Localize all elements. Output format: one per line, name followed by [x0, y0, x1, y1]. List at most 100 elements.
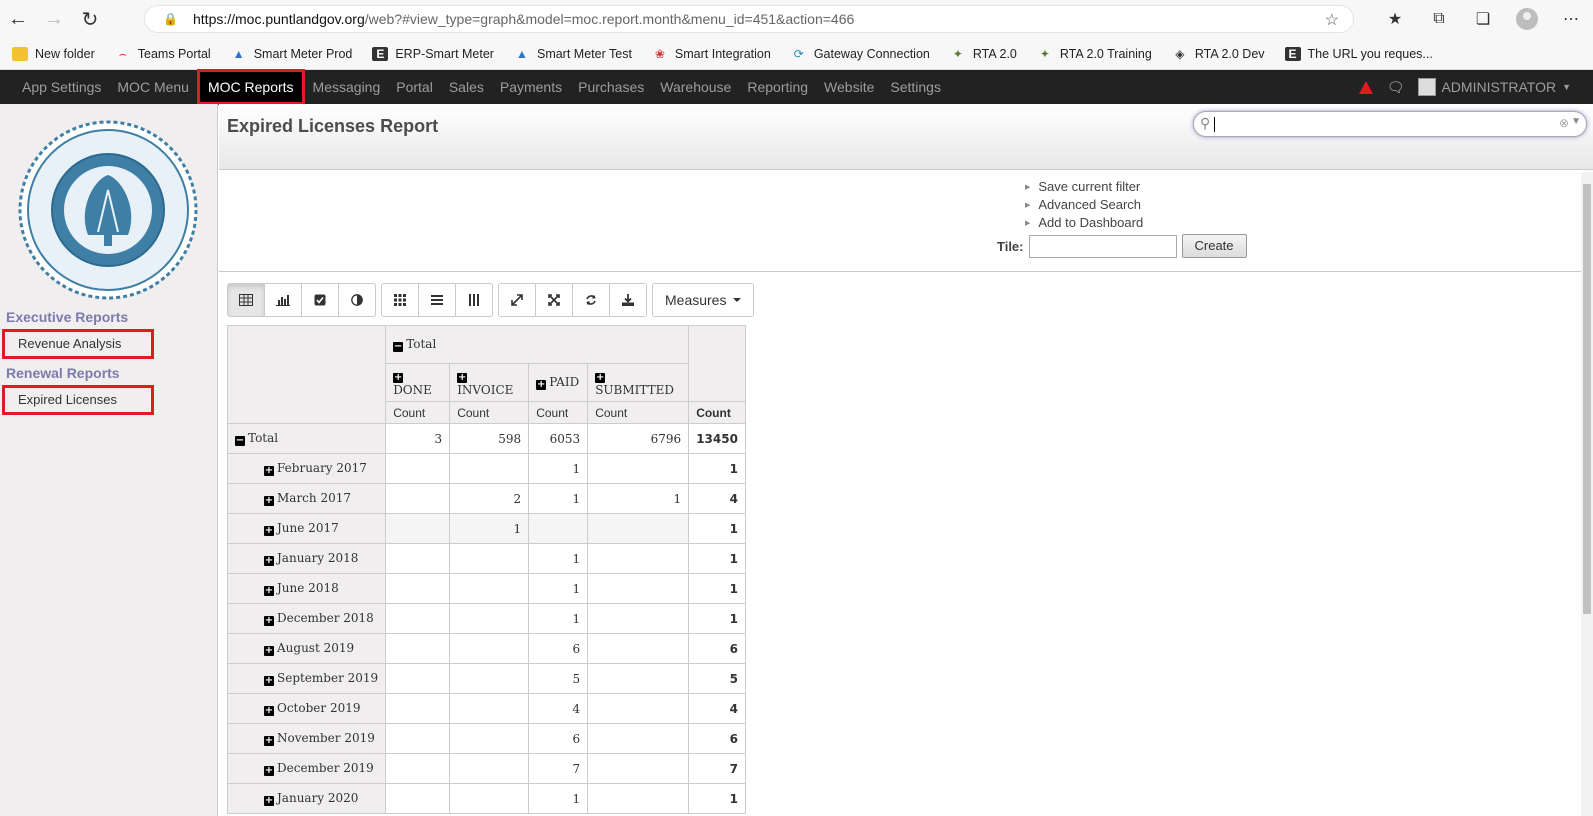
row-header[interactable]: + January 2018: [226, 543, 387, 574]
pivot-col-header[interactable]: + PAID: [528, 363, 589, 402]
bookmark-item[interactable]: ▲ Smart Meter Prod: [231, 47, 353, 61]
expand-header-icon[interactable]: +: [536, 380, 547, 390]
address-bar[interactable]: 🔒 https://moc.puntlandgov.org/web?#view_…: [144, 5, 1354, 33]
bookmark-item[interactable]: ◈ RTA 2.0 Dev: [1172, 46, 1264, 61]
profile-avatar[interactable]: [1516, 8, 1538, 30]
download-icon[interactable]: [609, 283, 647, 317]
pivot-cell: [449, 753, 530, 784]
topnav-item-app-settings[interactable]: App Settings: [14, 70, 109, 104]
row-header[interactable]: + November 2019: [226, 723, 387, 754]
add-favorite-icon[interactable]: ☆: [1325, 10, 1339, 30]
topnav-item-portal[interactable]: Portal: [388, 70, 441, 104]
topnav-item-sales[interactable]: Sales: [441, 70, 492, 104]
bookmark-item[interactable]: ▲ Smart Meter Test: [514, 47, 632, 61]
expand-header-icon[interactable]: +: [457, 373, 468, 383]
expand-icon[interactable]: [498, 283, 536, 317]
pivot-col-header[interactable]: +INVOICE: [449, 363, 530, 402]
collapse-icon[interactable]: −: [235, 436, 245, 446]
search-dropdown-icon[interactable]: ▼: [1571, 116, 1581, 127]
topnav-item-purchases[interactable]: Purchases: [570, 70, 652, 104]
measures-dropdown[interactable]: Measures: [652, 283, 755, 317]
row-header[interactable]: + December 2019: [226, 753, 387, 784]
bookmark-item[interactable]: ❀ Smart Integration: [652, 47, 771, 61]
expand-header-icon[interactable]: +: [264, 616, 274, 626]
bookmark-item[interactable]: ⌢ Teams Portal: [115, 47, 211, 61]
row-header[interactable]: + January 2020: [226, 783, 387, 814]
rows-icon[interactable]: [418, 283, 456, 317]
clear-search-icon[interactable]: ⊗: [1559, 116, 1569, 130]
topnav-item-moc-reports[interactable]: MOC Reports: [196, 69, 305, 105]
expand-header-icon[interactable]: +: [595, 373, 606, 383]
expand-header-icon[interactable]: +: [264, 706, 274, 716]
columns-icon[interactable]: [455, 283, 493, 317]
bookmark-item[interactable]: E ERP-Smart Meter: [372, 46, 494, 61]
forward-icon[interactable]: →: [36, 1, 72, 37]
fullscreen-icon[interactable]: [535, 283, 573, 317]
topnav-item-website[interactable]: Website: [816, 70, 882, 104]
reload-icon[interactable]: [572, 283, 610, 317]
expand-header-icon[interactable]: +: [264, 526, 274, 536]
collapse-icon[interactable]: −: [393, 342, 404, 352]
more-icon[interactable]: ⋯: [1549, 9, 1593, 29]
expand-header-icon[interactable]: +: [264, 736, 274, 746]
expand-header-icon[interactable]: +: [264, 676, 274, 686]
pivot-col-header[interactable]: +DONE: [385, 363, 451, 402]
expand-header-icon[interactable]: +: [264, 766, 274, 776]
expand-header-icon[interactable]: +: [264, 496, 274, 506]
expand-header-icon[interactable]: +: [264, 556, 274, 566]
row-header[interactable]: + October 2019: [226, 693, 387, 724]
expand-header-icon[interactable]: +: [393, 373, 404, 383]
row-header[interactable]: + June 2018: [226, 573, 387, 604]
sidebar-item-revenue-analysis[interactable]: Revenue Analysis: [2, 329, 154, 359]
tile-input[interactable]: [1028, 234, 1177, 258]
user-menu[interactable]: ADMINISTRATOR: [1441, 79, 1556, 95]
filter-link-label: Save current filter: [1038, 179, 1141, 194]
row-header[interactable]: + December 2018: [226, 603, 387, 634]
pivot-col-header-total[interactable]: − Total: [385, 325, 690, 364]
topnav-item-messaging[interactable]: Messaging: [305, 70, 389, 104]
bookmark-item[interactable]: E The URL you reques...: [1284, 46, 1433, 61]
expand-header-icon[interactable]: +: [264, 646, 274, 656]
bookmark-item[interactable]: ✦ RTA 2.0 Training: [1037, 47, 1152, 61]
expand-header-icon[interactable]: +: [264, 466, 274, 476]
topnav-item-reporting[interactable]: Reporting: [739, 70, 816, 104]
filter-link-save-current-filter[interactable]: ▶ Save current filter: [1025, 178, 1143, 196]
collections-icon[interactable]: ⧉: [1417, 10, 1461, 28]
row-header[interactable]: + February 2017: [226, 453, 387, 484]
filter-link-advanced-search[interactable]: ▶ Advanced Search: [1025, 196, 1143, 214]
layers-icon: ◈: [1175, 46, 1185, 61]
pivot-col-header[interactable]: +SUBMITTED: [587, 363, 690, 402]
row-header[interactable]: + September 2019: [226, 663, 387, 694]
page-scrollbar[interactable]: [1581, 172, 1593, 816]
row-header-total[interactable]: − Total: [226, 423, 387, 454]
table-row: − Total 3 598 6053 6796 13450: [226, 423, 746, 454]
pivot-view-icon[interactable]: [227, 283, 265, 317]
row-header[interactable]: + June 2017: [226, 513, 387, 544]
search-input[interactable]: ⚲ ⊗ ▼: [1193, 111, 1587, 137]
scrollbar-thumb[interactable]: [1583, 184, 1591, 614]
bookmark-item[interactable]: ⟳ Gateway Connection: [791, 47, 930, 61]
bookmark-item[interactable]: New folder: [12, 46, 95, 61]
favorites-icon[interactable]: ★: [1373, 9, 1417, 29]
topnav-item-moc-menu[interactable]: MOC Menu: [109, 70, 197, 104]
refresh-icon[interactable]: ↻: [72, 1, 108, 37]
row-header[interactable]: + August 2019: [226, 633, 387, 664]
chat-icon[interactable]: 🗨: [1387, 79, 1405, 96]
row-header[interactable]: + March 2017: [226, 483, 387, 514]
back-icon[interactable]: ←: [0, 1, 36, 37]
pie-chart-icon[interactable]: [338, 283, 376, 317]
expand-header-icon[interactable]: +: [264, 586, 274, 596]
tabs-icon[interactable]: ❏: [1461, 9, 1505, 29]
filter-link-add-to-dashboard[interactable]: ▶ Add to Dashboard: [1025, 214, 1143, 232]
bar-chart-icon[interactable]: [264, 283, 302, 317]
sidebar-item-expired-licenses[interactable]: Expired Licenses: [2, 385, 154, 415]
warning-icon[interactable]: [1358, 80, 1373, 94]
topnav-item-settings[interactable]: Settings: [882, 70, 949, 104]
line-chart-icon[interactable]: [301, 283, 339, 317]
create-button[interactable]: Create: [1181, 234, 1247, 258]
grid-icon[interactable]: [381, 283, 419, 317]
topnav-item-payments[interactable]: Payments: [492, 70, 570, 104]
expand-header-icon[interactable]: +: [264, 796, 274, 806]
bookmark-item[interactable]: ✦ RTA 2.0: [950, 47, 1017, 61]
topnav-item-warehouse[interactable]: Warehouse: [652, 70, 739, 104]
